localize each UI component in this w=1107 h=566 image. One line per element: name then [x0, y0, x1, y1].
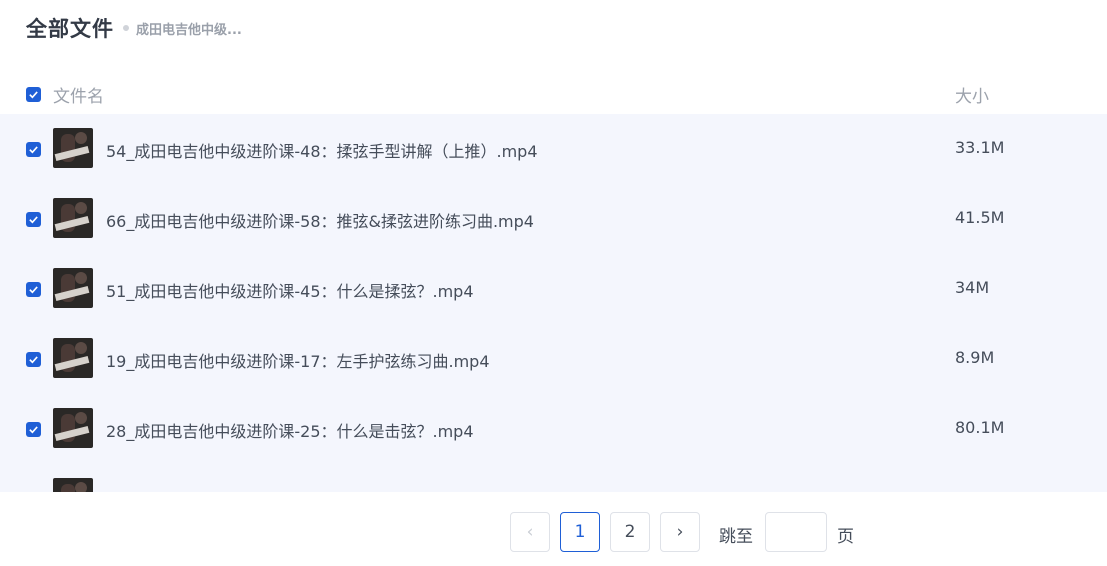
video-thumbnail[interactable]: [53, 338, 93, 378]
file-size: 80.1M: [955, 418, 1005, 437]
select-all-checkbox[interactable]: [26, 87, 41, 102]
video-thumbnail[interactable]: [53, 408, 93, 448]
jump-to-label: 跳至: [719, 527, 753, 547]
table-row[interactable]: 54_成田电吉他中级进阶课-48：揉弦手型讲解（上推）.mp4 33.1M: [0, 114, 1107, 184]
breadcrumb[interactable]: 成田电吉他中级...: [136, 19, 242, 38]
row-checkbox[interactable]: [26, 422, 41, 437]
row-checkbox[interactable]: [26, 142, 41, 157]
video-thumbnail[interactable]: [53, 128, 93, 168]
file-list: 54_成田电吉他中级进阶课-48：揉弦手型讲解（上推）.mp4 33.1M 66…: [0, 114, 1107, 492]
pagination: ‹ 1 2 › 跳至 页: [0, 492, 1107, 566]
jump-to-page-input[interactable]: [765, 512, 827, 552]
page-header: 全部文件 成田电吉他中级...: [26, 12, 242, 44]
file-size: 34M: [955, 278, 990, 297]
row-checkbox[interactable]: [26, 282, 41, 297]
page-title[interactable]: 全部文件: [26, 13, 114, 43]
breadcrumb-separator-icon: [123, 25, 129, 31]
table-row[interactable]: 28_成田电吉他中级进阶课-25：什么是击弦？.mp4 80.1M: [0, 394, 1107, 464]
table-row-partial[interactable]: [0, 464, 1107, 492]
page-unit-label: 页: [837, 527, 854, 547]
file-name[interactable]: 66_成田电吉他中级进阶课-58：推弦&揉弦进阶练习曲.mp4: [106, 208, 534, 232]
table-row[interactable]: 66_成田电吉他中级进阶课-58：推弦&揉弦进阶练习曲.mp4 41.5M: [0, 184, 1107, 254]
checkmark-icon: [29, 356, 38, 364]
file-name[interactable]: 19_成田电吉他中级进阶课-17：左手护弦练习曲.mp4: [106, 348, 490, 372]
page-button-1[interactable]: 1: [560, 512, 600, 552]
file-size: 8.9M: [955, 348, 995, 367]
file-name[interactable]: 28_成田电吉他中级进阶课-25：什么是击弦？.mp4: [106, 418, 474, 442]
page-button-2[interactable]: 2: [610, 512, 650, 552]
file-size: 41.5M: [955, 208, 1005, 227]
file-name[interactable]: 54_成田电吉他中级进阶课-48：揉弦手型讲解（上推）.mp4: [106, 138, 538, 162]
video-thumbnail[interactable]: [53, 198, 93, 238]
file-size: 33.1M: [955, 138, 1005, 157]
chevron-left-icon: ‹: [526, 522, 534, 542]
video-thumbnail[interactable]: [53, 268, 93, 308]
video-thumbnail[interactable]: [53, 478, 93, 492]
chevron-right-icon: ›: [676, 522, 684, 542]
row-checkbox[interactable]: [26, 352, 41, 367]
table-row[interactable]: 51_成田电吉他中级进阶课-45：什么是揉弦？.mp4 34M: [0, 254, 1107, 324]
next-page-button[interactable]: ›: [660, 512, 700, 552]
checkmark-icon: [29, 216, 38, 224]
checkmark-icon: [29, 426, 38, 434]
prev-page-button[interactable]: ‹: [510, 512, 550, 552]
table-row[interactable]: 19_成田电吉他中级进阶课-17：左手护弦练习曲.mp4 8.9M: [0, 324, 1107, 394]
column-header-name[interactable]: 文件名: [53, 82, 104, 107]
row-checkbox[interactable]: [26, 212, 41, 227]
checkmark-icon: [29, 91, 38, 99]
file-name[interactable]: 51_成田电吉他中级进阶课-45：什么是揉弦？.mp4: [106, 278, 474, 302]
checkmark-icon: [29, 146, 38, 154]
checkmark-icon: [29, 286, 38, 294]
column-header-size[interactable]: 大小: [955, 82, 989, 107]
table-header: 文件名 大小: [0, 72, 1107, 114]
